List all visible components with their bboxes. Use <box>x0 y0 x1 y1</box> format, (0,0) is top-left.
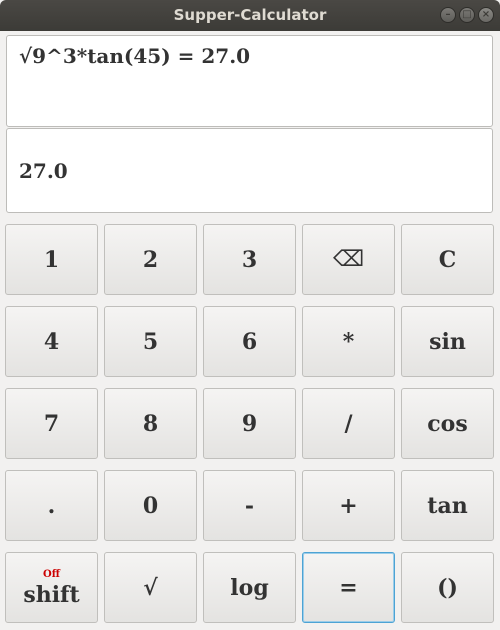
tan-button[interactable]: tan <box>401 470 494 541</box>
maximize-button[interactable]: □ <box>459 7 475 23</box>
shift-button[interactable]: Off shift <box>5 552 98 623</box>
cos-button[interactable]: cos <box>401 388 494 459</box>
keypad: 1 2 3 ⌫ C 4 5 6 * sin 7 8 9 / cos . 0 - … <box>5 224 496 624</box>
key-7[interactable]: 7 <box>5 388 98 459</box>
multiply-button[interactable]: * <box>302 306 395 377</box>
minimize-button[interactable]: – <box>440 7 456 23</box>
close-button[interactable]: × <box>478 7 494 23</box>
parentheses-button[interactable]: () <box>401 552 494 623</box>
backspace-button[interactable]: ⌫ <box>302 224 395 295</box>
key-9[interactable]: 9 <box>203 388 296 459</box>
clear-button[interactable]: C <box>401 224 494 295</box>
title-bar: Supper-Calculator – □ × <box>0 0 500 31</box>
equals-button[interactable]: = <box>302 552 395 623</box>
decimal-point-button[interactable]: . <box>5 470 98 541</box>
key-1[interactable]: 1 <box>5 224 98 295</box>
shift-label: shift <box>23 581 80 608</box>
shift-state-indicator: Off <box>43 568 60 580</box>
window-controls: – □ × <box>440 7 494 23</box>
result-display: 27.0 <box>6 128 493 213</box>
key-0[interactable]: 0 <box>104 470 197 541</box>
plus-button[interactable]: + <box>302 470 395 541</box>
calculator-window: Supper-Calculator – □ × √9^3*tan(45) = 2… <box>0 0 500 630</box>
key-5[interactable]: 5 <box>104 306 197 377</box>
shift-button-content: Off shift <box>23 568 80 608</box>
minus-button[interactable]: - <box>203 470 296 541</box>
key-4[interactable]: 4 <box>5 306 98 377</box>
key-8[interactable]: 8 <box>104 388 197 459</box>
sin-button[interactable]: sin <box>401 306 494 377</box>
sqrt-button[interactable]: √ <box>104 552 197 623</box>
key-2[interactable]: 2 <box>104 224 197 295</box>
window-title: Supper-Calculator <box>173 6 327 24</box>
divide-button[interactable]: / <box>302 388 395 459</box>
key-6[interactable]: 6 <box>203 306 296 377</box>
log-button[interactable]: log <box>203 552 296 623</box>
key-3[interactable]: 3 <box>203 224 296 295</box>
expression-display: √9^3*tan(45) = 27.0 <box>6 35 493 127</box>
